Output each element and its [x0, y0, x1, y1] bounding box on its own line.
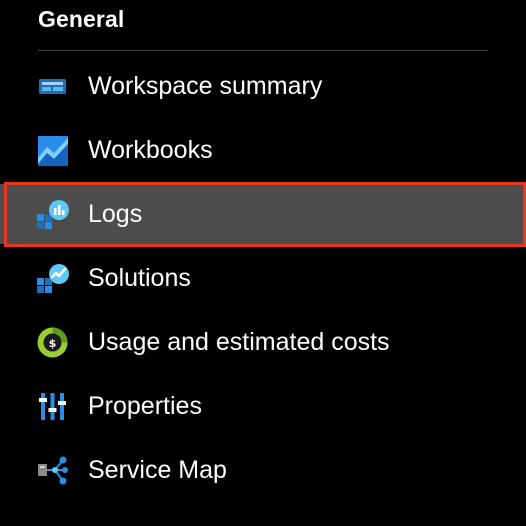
menu-item-usage-and-estimated-costs[interactable]: $ Usage and estimated costs: [0, 312, 526, 372]
menu-item-label: Properties: [88, 392, 202, 420]
menu-item-label: Usage and estimated costs: [88, 328, 390, 356]
menu-item-workbooks[interactable]: Workbooks: [0, 120, 526, 180]
workbooks-icon: [36, 134, 69, 167]
menu-item-label: Workbooks: [88, 136, 213, 164]
menu-item-label: Workspace summary: [88, 72, 323, 100]
navigation-panel: General Workspace summary Workbooks Logs…: [0, 0, 526, 526]
workspace-summary-icon: [36, 70, 69, 103]
menu-item-logs[interactable]: Logs: [0, 184, 526, 244]
svg-text:$: $: [49, 337, 57, 350]
menu-item-label: Solutions: [88, 264, 191, 292]
menu-item-workspace-summary[interactable]: Workspace summary: [0, 56, 526, 116]
properties-icon: [36, 390, 69, 423]
solutions-icon: [36, 262, 69, 295]
menu-item-label: Service Map: [88, 456, 227, 484]
logs-icon: [36, 198, 69, 231]
menu-item-properties[interactable]: Properties: [0, 376, 526, 436]
service-map-icon: [36, 454, 69, 487]
usage-costs-icon: $: [36, 326, 69, 359]
menu-item-solutions[interactable]: Solutions: [0, 248, 526, 308]
section-header-general: General: [38, 6, 125, 32]
section-divider: [38, 50, 488, 51]
menu-item-label: Logs: [88, 200, 143, 228]
menu-item-service-map[interactable]: Service Map: [0, 440, 526, 500]
